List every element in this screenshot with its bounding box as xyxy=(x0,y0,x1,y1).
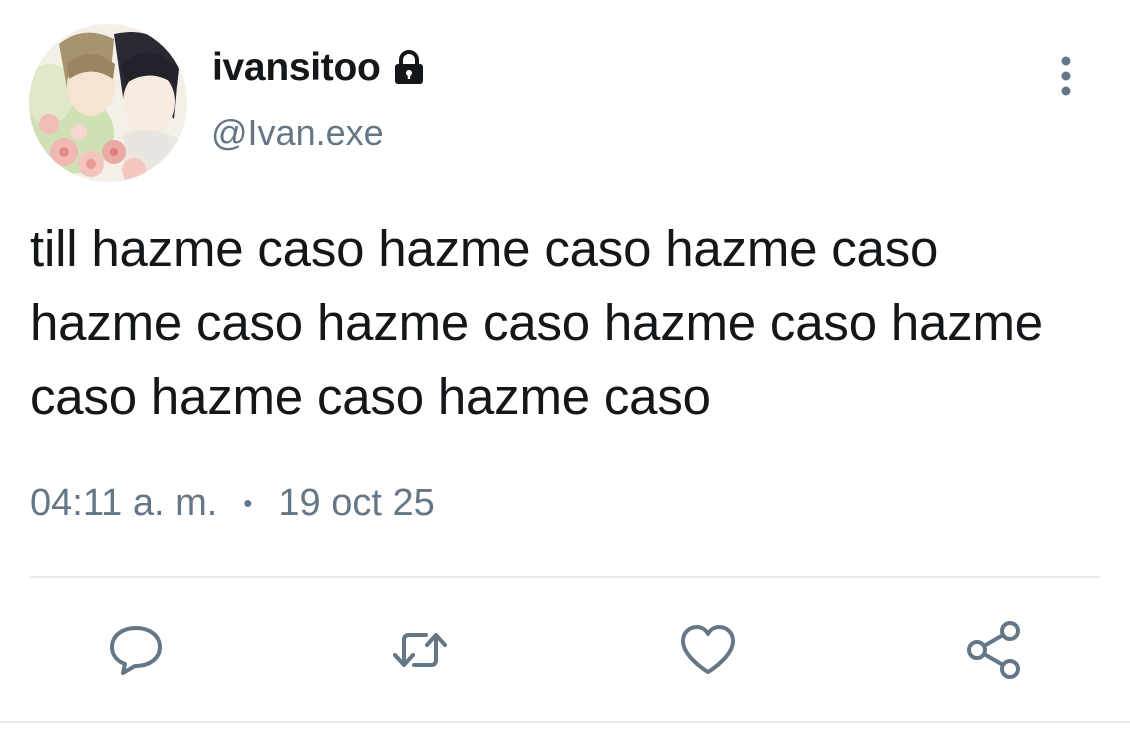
retweet-icon xyxy=(393,633,447,667)
more-vertical-icon xyxy=(1061,56,1071,96)
reply-button[interactable] xyxy=(106,620,166,680)
like-button[interactable] xyxy=(678,620,738,680)
display-name-row: ivansitoo xyxy=(212,44,429,92)
avatar-illustration xyxy=(29,24,187,182)
tweet-time: 04:11 a. m. xyxy=(30,481,218,524)
tweet-meta: 04:11 a. m. • 19 oct 25 xyxy=(30,478,435,528)
tweet-card: ivansitoo @Ivan.exe till hazme caso hazm… xyxy=(0,0,1130,741)
bottom-divider xyxy=(0,721,1130,723)
heart-icon xyxy=(681,625,735,674)
share-icon xyxy=(967,621,1020,679)
user-handle[interactable]: @Ivan.exe xyxy=(211,112,384,154)
tweet-date: 19 oct 25 xyxy=(278,481,435,524)
more-options-button[interactable] xyxy=(1046,50,1086,102)
display-name[interactable]: ivansitoo xyxy=(212,46,381,90)
avatar[interactable] xyxy=(29,24,187,182)
tweet-text: till hazme caso hazme caso hazme caso ha… xyxy=(30,220,1043,425)
lock-icon xyxy=(389,48,429,88)
share-button[interactable] xyxy=(964,620,1024,680)
retweet-button[interactable] xyxy=(390,620,450,680)
meta-separator: • xyxy=(243,487,253,518)
divider xyxy=(30,576,1100,578)
reply-icon xyxy=(110,626,162,675)
